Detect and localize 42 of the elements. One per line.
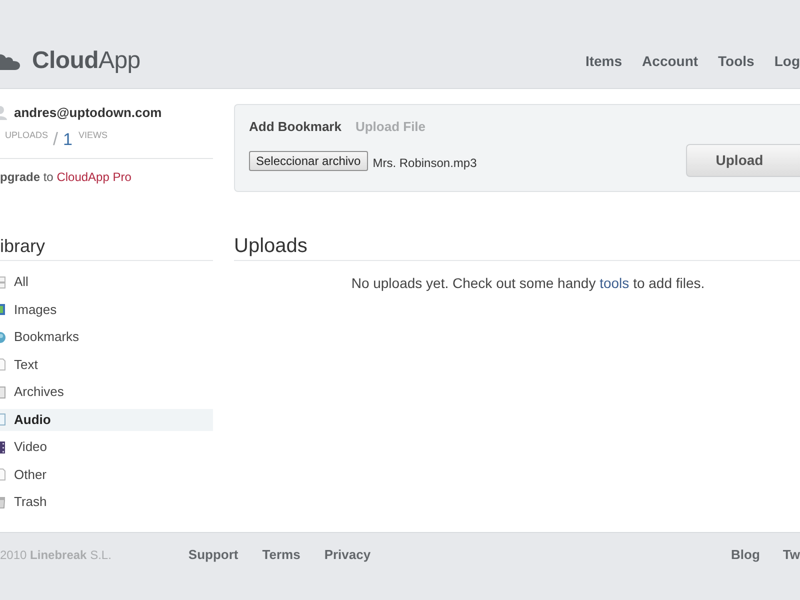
nav-link[interactable]: Items xyxy=(585,52,622,70)
footer-link[interactable]: Terms xyxy=(262,547,300,563)
footer-link[interactable]: Tw xyxy=(782,547,800,563)
footer-link[interactable]: Support xyxy=(188,547,238,563)
library-item[interactable]: Audio xyxy=(0,408,213,430)
library-item[interactable]: Bookmarks xyxy=(0,326,213,348)
nav-link[interactable]: Tools xyxy=(718,52,754,70)
library-item[interactable]: Images xyxy=(0,298,213,320)
stat-label: VIEWS xyxy=(78,129,108,141)
trash-icon xyxy=(0,496,6,508)
footer-link[interactable]: Privacy xyxy=(324,547,371,563)
empty-message: No uploads yet. Check out some handy tools to add files. xyxy=(351,274,705,292)
file-name: Mrs. Robinson.mp3 xyxy=(372,156,477,170)
panel-tab[interactable]: Add Bookmark xyxy=(249,119,342,135)
user-icon xyxy=(0,105,8,120)
library-heading: ibrary xyxy=(0,235,46,257)
upgrade-link[interactable]: CloudApp Pro xyxy=(56,170,132,184)
tools-link[interactable]: tools xyxy=(600,275,630,291)
copyright-text: 2010 Linebreak S.L. xyxy=(0,547,112,563)
film-icon xyxy=(0,440,6,454)
picture-icon xyxy=(0,303,6,316)
upgrade-text: pgrade to CloudApp Pro xyxy=(0,169,132,185)
account-email[interactable]: andres@uptodown.com xyxy=(14,104,162,120)
library-item[interactable]: Trash xyxy=(0,491,213,513)
uploads-heading: Uploads xyxy=(234,234,308,258)
footer-link[interactable]: Blog xyxy=(731,547,760,563)
logo-wordmark[interactable]: CloudApp xyxy=(32,47,140,75)
stats-separator: / xyxy=(53,129,58,149)
nav-link[interactable]: Account xyxy=(642,52,698,70)
library-item[interactable]: Video xyxy=(0,436,213,458)
library-item[interactable]: Other xyxy=(0,464,213,486)
library-item[interactable]: Text xyxy=(0,354,213,376)
file-icon xyxy=(0,386,6,398)
library-item[interactable]: All xyxy=(0,271,213,293)
choose-file-button[interactable]: Seleccionar archivo xyxy=(249,151,368,171)
stat-label: UPLOADS xyxy=(5,129,48,141)
upload-button[interactable]: Upload xyxy=(686,144,800,177)
library-item[interactable]: Archives xyxy=(0,381,213,403)
globe-icon xyxy=(0,330,6,344)
document-icon xyxy=(0,413,6,426)
nav-link[interactable]: Log xyxy=(774,52,800,70)
views-count: 1 xyxy=(63,131,72,149)
